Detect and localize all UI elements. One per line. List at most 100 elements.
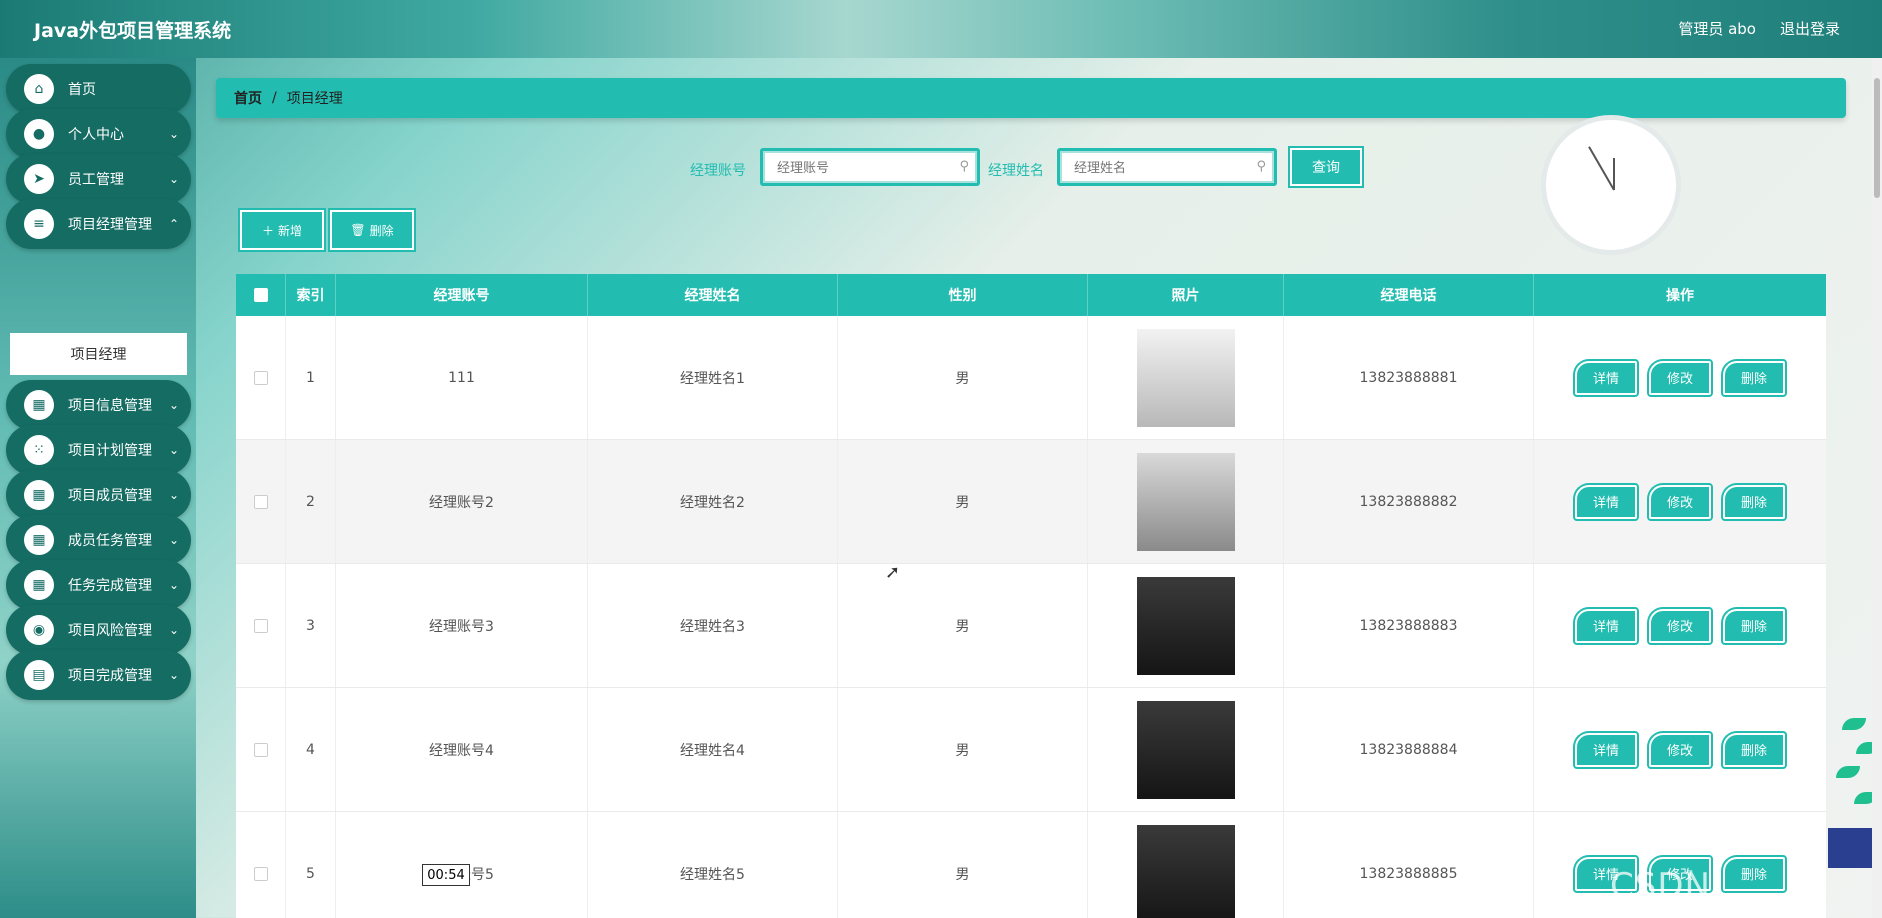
row-checkbox[interactable]: [253, 742, 268, 757]
header-phone: 经理电话: [1284, 274, 1534, 316]
watermark: CSDN @CK3040: [1610, 866, 1783, 918]
detail-button[interactable]: 详情: [1575, 484, 1637, 519]
header-name: 经理姓名: [588, 274, 838, 316]
cell-index: 5: [286, 812, 336, 918]
sidebar-item-label: 个人中心: [68, 127, 124, 143]
delete-button[interactable]: 删除: [1723, 732, 1785, 767]
search-icon: ⚲: [1256, 159, 1266, 174]
home-icon: ⌂: [24, 74, 54, 104]
cell-name: 经理姓名2: [588, 440, 838, 563]
apps-icon: ⁙: [24, 435, 54, 465]
row-checkbox[interactable]: [253, 618, 268, 633]
sidebar-item-project-plan[interactable]: ⁙ 项目计划管理 ⌄: [6, 425, 191, 475]
cell-account: 经理账号2: [336, 440, 588, 563]
row-checkbox[interactable]: [253, 370, 268, 385]
sidebar-item-project-completion[interactable]: ▤ 项目完成管理 ⌄: [6, 650, 191, 700]
cell-phone: 13823888883: [1284, 564, 1534, 687]
chevron-down-icon: ⌄: [168, 623, 179, 637]
detail-button[interactable]: 详情: [1575, 732, 1637, 767]
breadcrumb-separator: /: [272, 90, 277, 106]
query-button[interactable]: 查询: [1290, 148, 1362, 186]
sidebar-item-personal-center[interactable]: ● 个人中心 ⌄: [6, 109, 191, 159]
table-row: 5 经理账号5 经理姓名5 男 13823888885 详情 修改 删除: [236, 812, 1826, 918]
page-scrollbar[interactable]: [1872, 58, 1882, 918]
detail-button[interactable]: 详情: [1575, 360, 1637, 395]
sidebar: ⌂ 首页 ● 个人中心 ⌄ ➤ 员工管理 ⌄ ≡ 项目经理管理 ⌃ 项目经理 ▦…: [0, 58, 196, 918]
row-checkbox[interactable]: [253, 494, 268, 509]
chevron-down-icon: ⌄: [168, 398, 179, 412]
chevron-down-icon: ⌄: [168, 488, 179, 502]
delete-button[interactable]: 删除: [1723, 484, 1785, 519]
main-content: 首页 / 项目经理 经理账号 ⚲ 经理姓名 ⚲ 查询 ＋ 新增 🗑 删除 索引 …: [196, 58, 1882, 918]
sidebar-item-project-info[interactable]: ▦ 项目信息管理 ⌄: [6, 380, 191, 430]
cell-photo: [1088, 440, 1284, 563]
sidebar-item-member-tasks[interactable]: ▦ 成员任务管理 ⌄: [6, 515, 191, 565]
sidebar-item-employees[interactable]: ➤ 员工管理 ⌄: [6, 154, 191, 204]
chevron-down-icon: ⌄: [168, 668, 179, 682]
delete-button[interactable]: 删除: [1723, 608, 1785, 643]
name-search-input[interactable]: [1074, 151, 1244, 183]
user-label[interactable]: 管理员 abo: [1678, 18, 1756, 39]
sidebar-item-home[interactable]: ⌂ 首页: [6, 64, 191, 114]
edit-button[interactable]: 修改: [1649, 484, 1711, 519]
cell-photo: [1088, 316, 1284, 439]
select-all-checkbox[interactable]: [253, 288, 268, 302]
name-search-label: 经理姓名: [988, 163, 1044, 179]
account-search-label: 经理账号: [690, 163, 746, 179]
manager-photo[interactable]: [1136, 824, 1235, 918]
manager-photo[interactable]: [1136, 328, 1235, 427]
add-button[interactable]: ＋ 新增: [240, 210, 324, 250]
cell-photo: [1088, 688, 1284, 811]
sidebar-item-label: 项目经理管理: [68, 217, 152, 233]
grid-icon: ▦: [24, 525, 54, 555]
cell-index: 3: [286, 564, 336, 687]
leaf: [1836, 766, 1860, 778]
sidebar-item-project-members[interactable]: ▦ 项目成员管理 ⌄: [6, 470, 191, 520]
breadcrumb-home[interactable]: 首页: [234, 88, 262, 108]
chevron-down-icon: ⌄: [168, 127, 179, 141]
sidebar-item-project-risk[interactable]: ◉ 项目风险管理 ⌄: [6, 605, 191, 655]
mouse-cursor-icon: ➚: [885, 562, 901, 583]
edit-button[interactable]: 修改: [1649, 608, 1711, 643]
sidebar-item-label: 项目成员管理: [68, 488, 152, 504]
app-title: Java外包项目管理系统: [34, 20, 232, 42]
cell-index: 1: [286, 316, 336, 439]
chevron-down-icon: ⌄: [168, 443, 179, 457]
account-search-input[interactable]: [777, 151, 947, 183]
manager-photo[interactable]: [1136, 452, 1235, 551]
chart-icon: ▤: [24, 660, 54, 690]
scrollbar-thumb[interactable]: [1874, 78, 1880, 198]
edit-button[interactable]: 修改: [1649, 360, 1711, 395]
manager-photo[interactable]: [1136, 700, 1235, 799]
cell-photo: [1088, 564, 1284, 687]
row-select-cell: [236, 688, 286, 811]
cell-account: 111: [336, 316, 588, 439]
edit-button[interactable]: 修改: [1649, 732, 1711, 767]
header-gender: 性别: [838, 274, 1088, 316]
row-select-cell: [236, 564, 286, 687]
sidebar-item-label: 成员任务管理: [68, 533, 152, 549]
header-account: 经理账号: [336, 274, 588, 316]
cell-name: 经理姓名5: [588, 812, 838, 918]
table-row: 1 111 经理姓名1 男 13823888881 详情 修改 删除: [236, 316, 1826, 440]
submenu-item-manager[interactable]: 项目经理: [10, 333, 187, 375]
sidebar-item-label: 员工管理: [68, 172, 124, 188]
cell-phone: 13823888881: [1284, 316, 1534, 439]
detail-button[interactable]: 详情: [1575, 608, 1637, 643]
sidebar-item-manager-mgmt[interactable]: ≡ 项目经理管理 ⌃: [6, 199, 191, 249]
cell-gender: 男: [838, 688, 1088, 811]
top-header: Java外包项目管理系统 管理员 abo 退出登录: [0, 0, 1882, 58]
add-button-label: 新增: [278, 223, 303, 238]
row-select-cell: [236, 812, 286, 918]
breadcrumb: 首页 / 项目经理: [216, 78, 1846, 118]
send-icon: ➤: [24, 164, 54, 194]
bulk-delete-button[interactable]: 🗑 删除: [330, 210, 414, 250]
table-header: 索引 经理账号 经理姓名 性别 照片 经理电话 操作: [236, 274, 1826, 316]
name-search-box[interactable]: ⚲: [1057, 148, 1277, 186]
sidebar-item-task-completion[interactable]: ▦ 任务完成管理 ⌄: [6, 560, 191, 610]
row-checkbox[interactable]: [253, 866, 268, 881]
delete-button[interactable]: 删除: [1723, 360, 1785, 395]
manager-photo[interactable]: [1136, 576, 1235, 675]
account-search-box[interactable]: ⚲: [760, 148, 980, 186]
logout-link[interactable]: 退出登录: [1780, 18, 1840, 39]
